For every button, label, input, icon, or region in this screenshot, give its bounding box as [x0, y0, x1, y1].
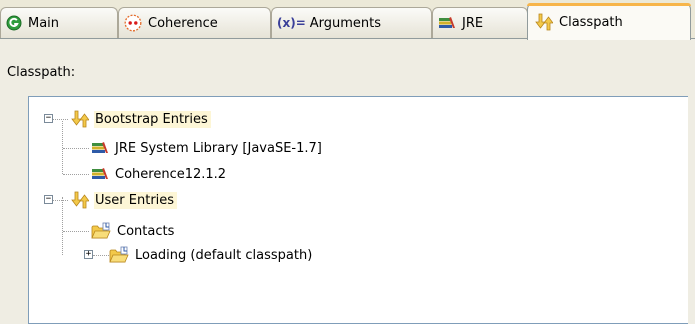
tree-item-label: Contacts	[117, 223, 175, 239]
launch-configuration-panel: Main Coherence (x)= Arguments JRE Classp…	[0, 0, 695, 324]
tab-classpath[interactable]: Classpath	[527, 3, 691, 40]
project-folder-icon	[91, 222, 111, 240]
collapse-toggle-bootstrap[interactable]: −	[44, 114, 53, 123]
tab-main[interactable]: Main	[0, 7, 118, 38]
classpath-tab-content: Classpath: − Bootstrap Entries JRE Syste…	[0, 38, 695, 324]
tree-item-label: JRE System Library [JavaSE-1.7]	[115, 140, 322, 156]
tab-jre-label: JRE	[462, 15, 484, 31]
classpath-entries-icon	[69, 191, 89, 209]
classpath-entries-icon	[69, 110, 89, 128]
tree-item-loading[interactable]: Loading (default classpath)	[109, 244, 315, 266]
tab-arguments[interactable]: (x)= Arguments	[271, 7, 432, 38]
classpath-section-label: Classpath:	[7, 65, 76, 80]
tab-bar: Main Coherence (x)= Arguments JRE Classp…	[0, 0, 695, 40]
tree-item-coherence-library[interactable]: Coherence12.1.2	[91, 163, 229, 185]
tree-item-label: User Entries	[94, 191, 178, 209]
jre-library-icon	[438, 16, 456, 30]
arguments-icon: (x)=	[277, 16, 306, 30]
tree-item-label: Bootstrap Entries	[94, 110, 211, 128]
coherence-icon	[124, 14, 142, 32]
classpath-icon	[533, 13, 553, 31]
main-tab-icon	[6, 15, 22, 31]
library-icon	[91, 167, 109, 181]
tree-item-contacts[interactable]: Contacts	[91, 220, 177, 242]
tree-item-bootstrap-entries[interactable]: Bootstrap Entries	[69, 108, 211, 130]
collapse-toggle-user-entries[interactable]: −	[44, 195, 53, 204]
tree-item-label: Loading (default classpath)	[135, 247, 313, 263]
tab-classpath-label: Classpath	[559, 14, 623, 30]
tree-item-user-entries[interactable]: User Entries	[69, 189, 178, 211]
tab-coherence[interactable]: Coherence	[118, 7, 271, 38]
project-folder-icon	[109, 246, 129, 264]
expand-toggle-loading[interactable]: +	[84, 250, 93, 259]
tree-item-jre-system-library[interactable]: JRE System Library [JavaSE-1.7]	[91, 137, 325, 159]
classpath-tree[interactable]: − Bootstrap Entries JRE System Library […	[28, 96, 688, 324]
tab-jre[interactable]: JRE	[432, 7, 528, 38]
tab-arguments-label: Arguments	[309, 15, 382, 31]
tab-main-label: Main	[28, 15, 60, 31]
tree-item-label: Coherence12.1.2	[115, 166, 227, 182]
tab-coherence-label: Coherence	[148, 15, 218, 31]
library-icon	[91, 141, 109, 155]
